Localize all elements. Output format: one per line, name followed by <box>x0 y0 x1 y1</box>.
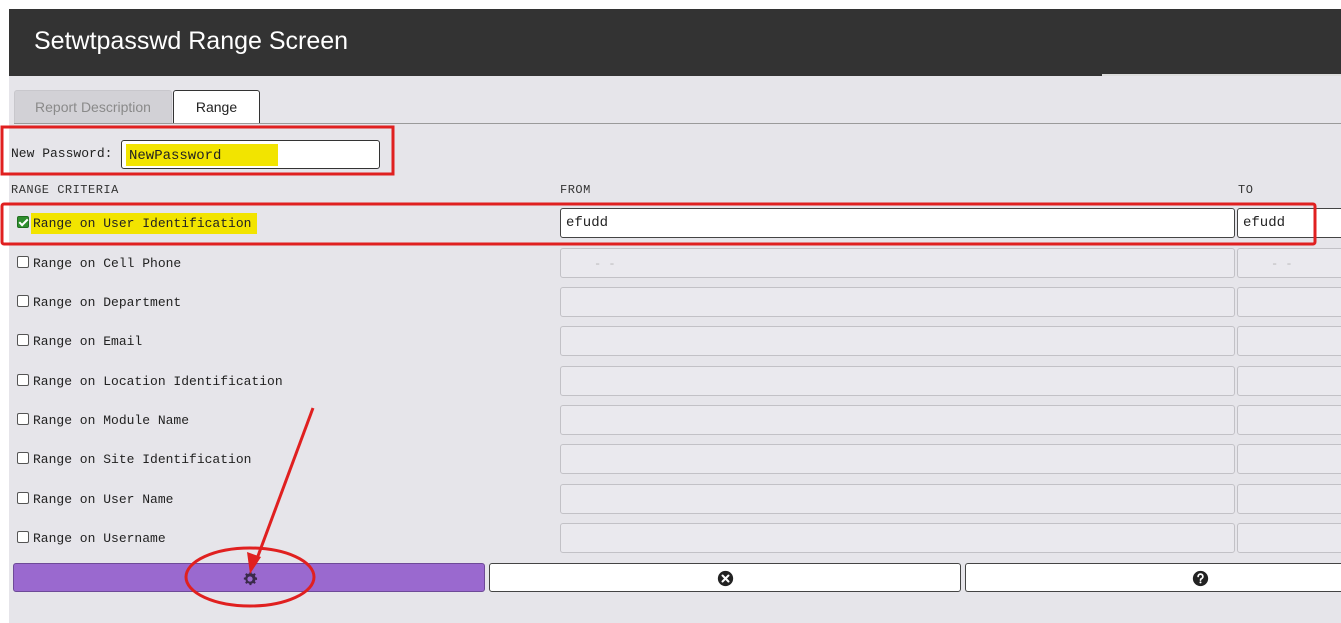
from-input-username[interactable] <box>560 523 1235 553</box>
from-header: FROM <box>560 183 591 197</box>
from-input-site-identification[interactable] <box>560 444 1235 474</box>
to-value-user-identification: efudd <box>1243 215 1286 231</box>
range-row-site-identification: Range on Site Identification <box>9 443 1341 475</box>
app-window: Setwtpasswd Range Screen Report Descript… <box>9 9 1341 623</box>
help-circle-icon <box>1192 570 1209 587</box>
range-label-department: Range on Department <box>33 295 182 310</box>
cancel-button[interactable] <box>489 563 961 592</box>
title-bar: Setwtpasswd Range Screen <box>9 9 1341 76</box>
to-input-cell-phone[interactable]: - - <box>1237 248 1341 278</box>
range-criteria-header: RANGE CRITERIA <box>11 183 119 197</box>
range-label-user-identification: Range on User Identification <box>31 213 258 234</box>
from-input-module-name[interactable] <box>560 405 1235 435</box>
range-label-module-name: Range on Module Name <box>33 413 190 428</box>
to-header: TO <box>1238 183 1254 197</box>
to-input-email[interactable] <box>1237 326 1341 356</box>
from-input-location-identification[interactable] <box>560 366 1235 396</box>
to-input-user-name[interactable] <box>1237 484 1341 514</box>
range-checkbox-user-identification[interactable] <box>17 216 29 228</box>
range-row-location-identification: Range on Location Identification <box>9 365 1341 397</box>
range-row-username: Range on Username <box>9 522 1341 554</box>
range-checkbox-cell-phone[interactable] <box>17 256 29 268</box>
range-checkbox-email[interactable] <box>17 334 29 346</box>
from-input-email[interactable] <box>560 326 1235 356</box>
tab-report-description[interactable]: Report Description <box>14 90 172 124</box>
range-row-email: Range on Email <box>9 325 1341 357</box>
range-row-user-name: Range on User Name <box>9 483 1341 515</box>
range-checkbox-module-name[interactable] <box>17 413 29 425</box>
from-input-user-identification[interactable]: efudd <box>560 208 1235 238</box>
tab-divider <box>14 123 1341 124</box>
to-input-location-identification[interactable] <box>1237 366 1341 396</box>
range-label-user-name: Range on User Name <box>33 492 174 507</box>
new-password-input[interactable]: NewPassword <box>121 140 380 169</box>
tab-range[interactable]: Range <box>173 90 260 124</box>
to-input-user-identification[interactable]: efudd <box>1237 208 1341 238</box>
help-button[interactable] <box>965 563 1341 592</box>
range-label-site-identification: Range on Site Identification <box>33 452 252 467</box>
range-checkbox-department[interactable] <box>17 295 29 307</box>
range-checkbox-user-name[interactable] <box>17 492 29 504</box>
page-title: Setwtpasswd Range Screen <box>34 27 349 55</box>
range-label-username: Range on Username <box>33 531 166 546</box>
new-password-label: New Password: <box>11 146 113 161</box>
title-bar-divider <box>1102 74 1341 76</box>
range-row-department: Range on Department <box>9 286 1341 318</box>
new-password-value: NewPassword <box>129 148 222 164</box>
range-row-cell-phone: Range on Cell Phone - - - - <box>9 247 1341 279</box>
from-input-department[interactable] <box>560 287 1235 317</box>
range-label-location-identification: Range on Location Identification <box>33 374 283 389</box>
from-input-user-name[interactable] <box>560 484 1235 514</box>
from-value-user-identification: efudd <box>566 215 609 231</box>
range-label-cell-phone: Range on Cell Phone <box>33 256 182 271</box>
range-row-module-name: Range on Module Name <box>9 404 1341 436</box>
from-mask-cell-phone: - - <box>594 257 616 271</box>
close-circle-icon <box>717 570 734 587</box>
range-row-user-identification: Range on User Identification efudd efudd <box>9 207 1341 239</box>
to-input-department[interactable] <box>1237 287 1341 317</box>
from-input-cell-phone[interactable]: - - <box>560 248 1235 278</box>
range-checkbox-site-identification[interactable] <box>17 452 29 464</box>
gear-icon <box>243 571 258 586</box>
to-input-site-identification[interactable] <box>1237 444 1341 474</box>
run-button[interactable] <box>13 563 485 592</box>
range-checkbox-location-identification[interactable] <box>17 374 29 386</box>
to-input-username[interactable] <box>1237 523 1341 553</box>
range-label-email: Range on Email <box>33 334 143 349</box>
range-checkbox-username[interactable] <box>17 531 29 543</box>
to-mask-cell-phone: - - <box>1271 257 1293 271</box>
to-input-module-name[interactable] <box>1237 405 1341 435</box>
